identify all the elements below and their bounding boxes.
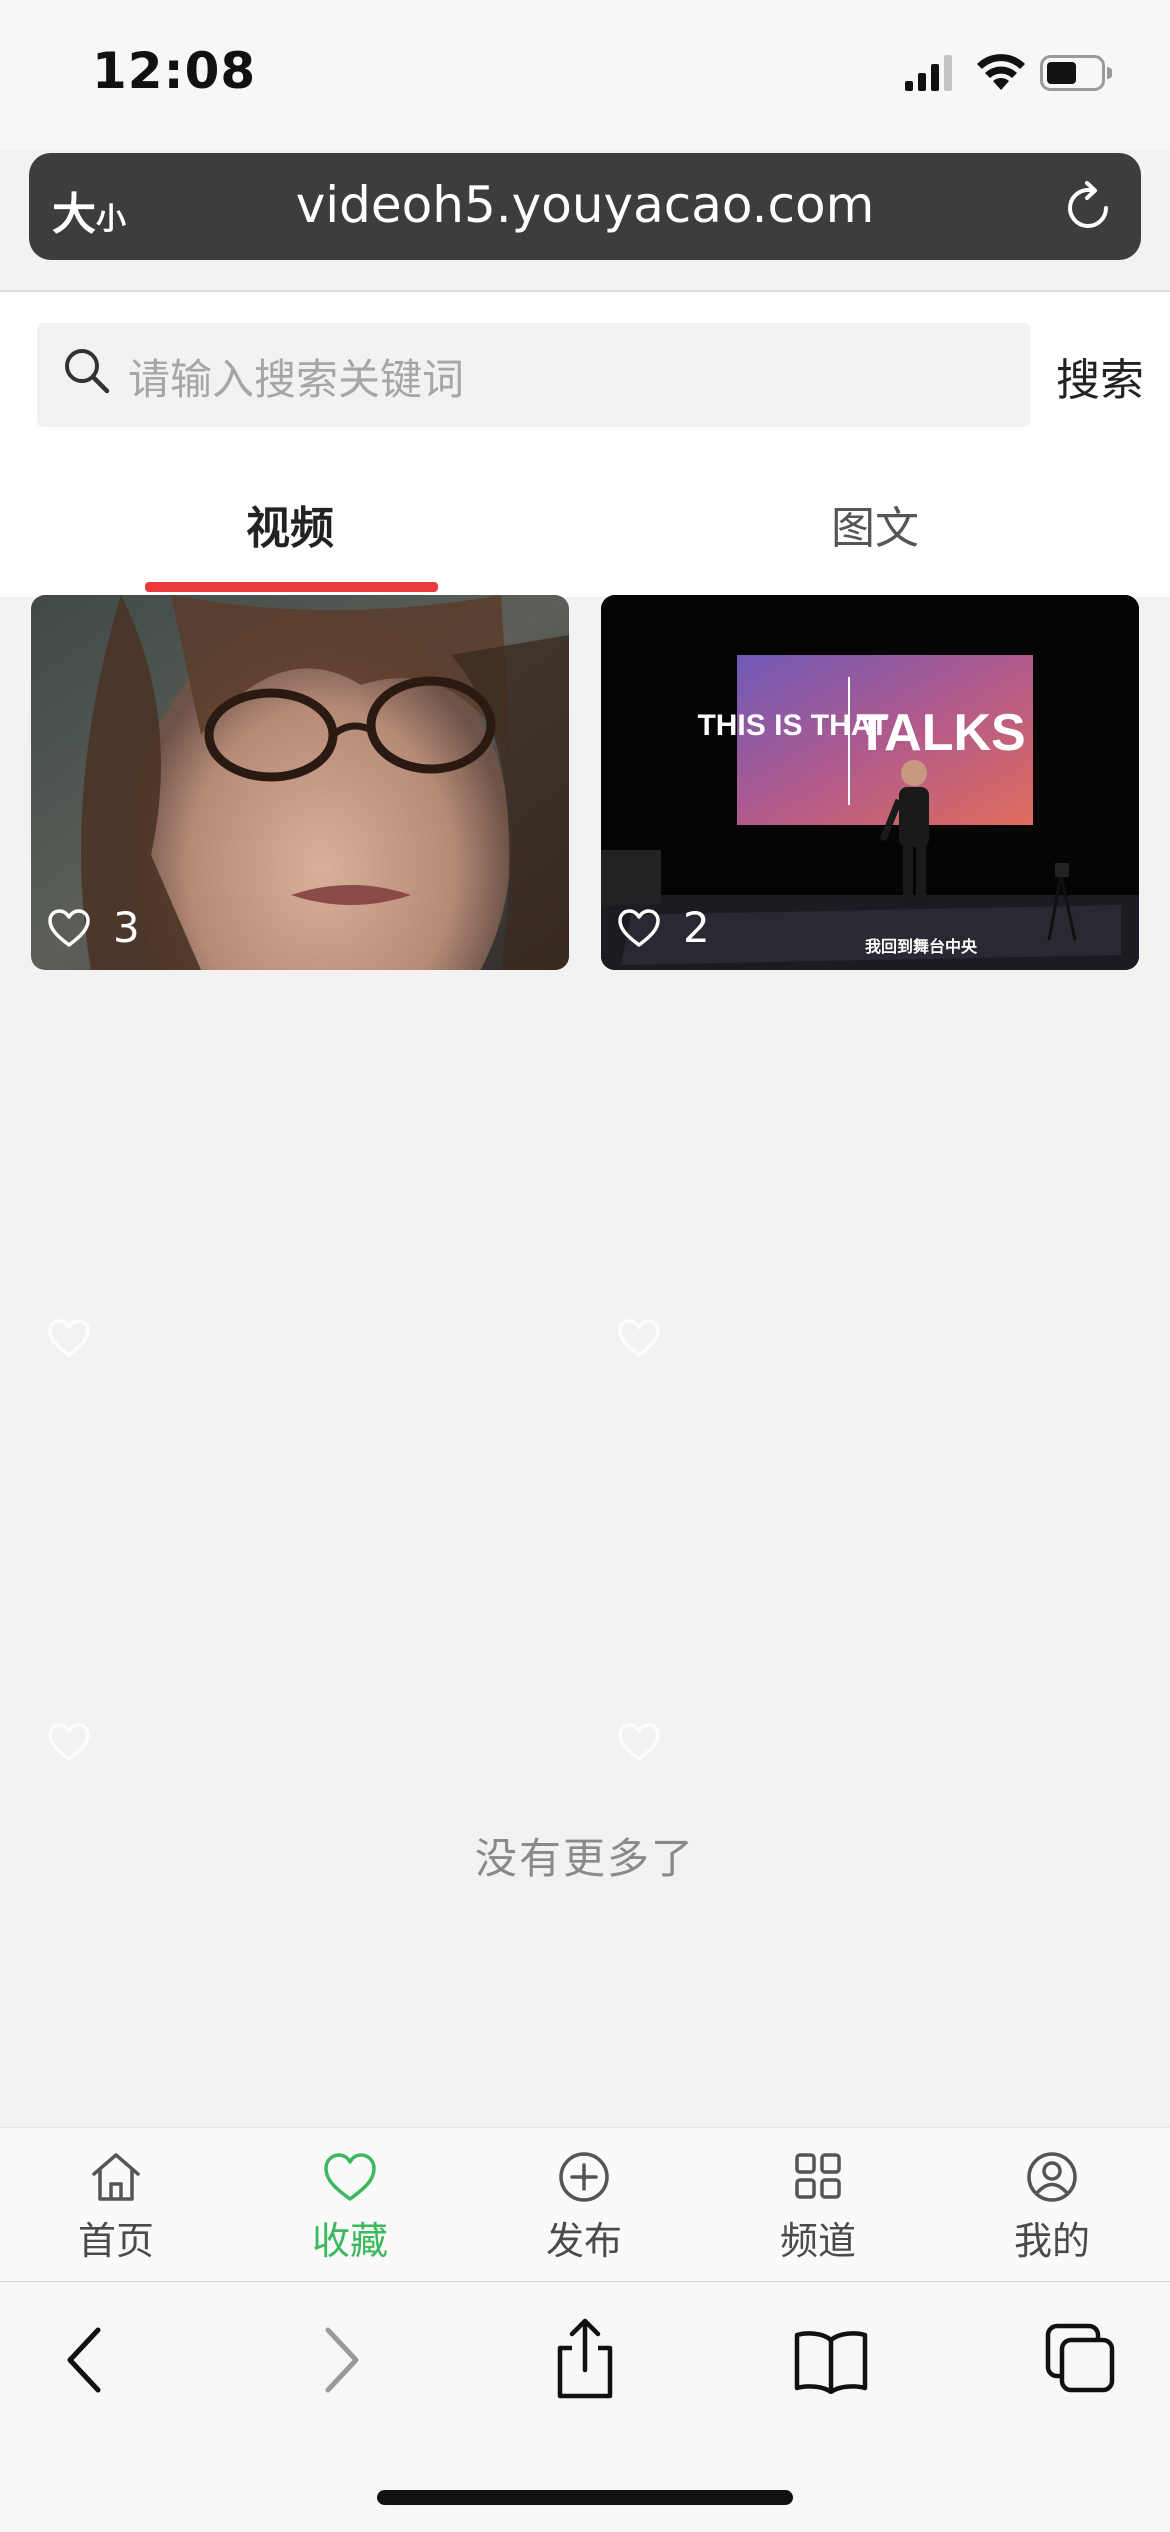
battery-icon [1040,55,1113,95]
grid-icon [795,2153,841,2199]
placeholder-heart-icon [48,1319,90,1358]
url-text[interactable]: videoh5.youyacao.com [0,176,1170,234]
forward-icon[interactable] [316,2325,366,2395]
nav-home[interactable]: 首页 [36,2150,196,2265]
nav-profile-label: 我的 [1013,2219,1090,2263]
nav-profile[interactable]: 我的 [972,2150,1132,2265]
heart-icon [618,908,660,947]
slide-brand-right: TALKS [856,704,1025,762]
bookmarks-icon[interactable] [793,2328,869,2394]
nav-favorites-label: 收藏 [311,2219,388,2263]
like-count: 3 [113,903,140,952]
nav-favorites[interactable]: 收藏 [270,2150,430,2265]
status-time: 12:08 [92,42,257,100]
like-count: 2 [683,903,710,952]
like-row[interactable]: 3 [47,903,140,952]
active-tab-indicator [145,582,438,592]
placeholder-heart-icon [48,1723,90,1762]
home-indicator [377,2490,793,2505]
heart-icon [324,2153,376,2201]
cellular-signal-icon [905,55,955,95]
nav-home-label: 首页 [77,2219,154,2263]
video-card[interactable]: THIS IS THAT TALKS 我回到舞台中央 2 [601,595,1139,970]
back-icon[interactable] [60,2325,110,2395]
nav-channels[interactable]: 频道 [738,2150,898,2265]
search-placeholder: 请输入搜索关键词 [128,355,465,404]
user-icon [1027,2152,1077,2202]
placeholder-heart-icon [618,1723,660,1762]
video-card[interactable]: 3 [31,595,569,970]
no-more-message: 没有更多了 [474,1834,695,1883]
share-icon[interactable] [552,2318,618,2400]
reload-icon[interactable] [1062,180,1118,240]
tab-article[interactable]: 图文 [725,492,1025,556]
placeholder-heart-icon [618,1319,660,1358]
search-icon [62,346,112,400]
nav-channels-label: 频道 [779,2219,856,2263]
home-icon [92,2153,140,2201]
wifi-icon [975,52,1027,96]
like-row[interactable]: 2 [617,903,710,952]
nav-publish-label: 发布 [545,2219,622,2263]
heart-icon [48,908,90,947]
tab-video[interactable]: 视频 [145,492,435,556]
tabs-icon[interactable] [1044,2322,1116,2394]
nav-publish[interactable]: 发布 [504,2150,664,2265]
search-button[interactable]: 搜索 [1056,344,1144,408]
video-subtitle: 我回到舞台中央 [865,937,978,956]
plus-circle-icon [559,2152,609,2202]
